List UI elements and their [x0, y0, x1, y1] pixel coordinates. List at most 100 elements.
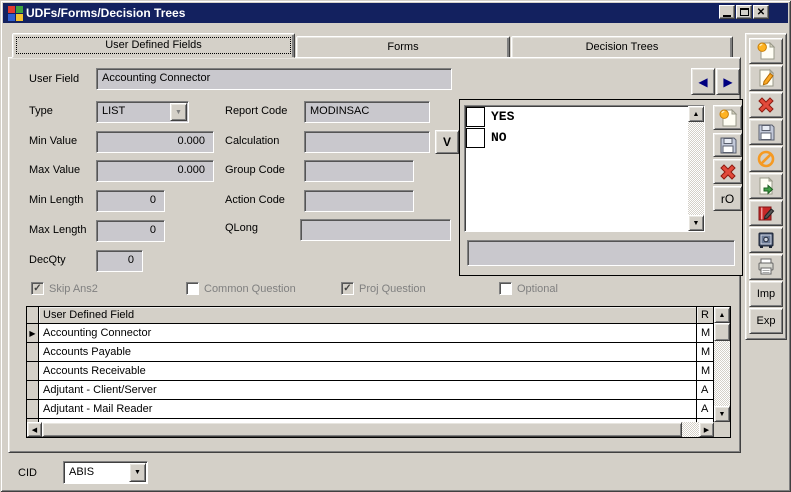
action-code-input[interactable]	[304, 190, 414, 212]
report-code-input[interactable]: MODINSAC	[304, 101, 430, 123]
grid-rows: ▶ Accounting Connector M Accounts Payabl…	[27, 324, 716, 422]
window-title: UDFs/Forms/Decision Trees	[26, 6, 185, 20]
min-value-label: Min Value	[29, 135, 77, 147]
notes-button[interactable]	[749, 200, 783, 226]
cid-dropdown-button[interactable]: ▼	[129, 463, 146, 482]
grid-vertical-scrollbar[interactable]: ▲ ▼	[714, 307, 730, 422]
grid-header-user-defined-field[interactable]: User Defined Field	[39, 307, 697, 324]
min-length-input[interactable]: 0	[96, 190, 165, 212]
answer-entry-input[interactable]	[467, 240, 735, 266]
min-value-input[interactable]: 0.000	[96, 131, 214, 153]
next-record-button[interactable]: ▶	[716, 68, 740, 95]
delete-button[interactable]	[749, 92, 783, 118]
minimize-button[interactable]	[719, 5, 735, 19]
scrollbar-thumb[interactable]	[42, 422, 682, 437]
edit-button[interactable]	[749, 65, 783, 91]
security-button[interactable]	[749, 227, 783, 253]
scroll-up-icon[interactable]: ▲	[688, 106, 704, 122]
print-button[interactable]	[749, 254, 783, 280]
udf-name-cell[interactable]: Accounts Payable	[39, 343, 697, 362]
calculation-validate-button[interactable]: V	[435, 130, 459, 154]
common-question-label: Common Question	[204, 283, 296, 295]
scroll-right-icon[interactable]: ▶	[699, 422, 714, 437]
answer-list[interactable]: YES NO ▲ ▼	[464, 105, 705, 232]
common-question-checkbox[interactable]: Common Question	[186, 282, 296, 295]
row-selector[interactable]	[27, 381, 39, 400]
maximize-button[interactable]	[736, 5, 752, 19]
table-row[interactable]: Accounts Receivable M	[27, 362, 716, 381]
cid-select[interactable]: ABIS ▼	[63, 461, 148, 484]
row-selector[interactable]	[27, 400, 39, 419]
grid-header-partial[interactable]: R	[697, 307, 714, 324]
answer-reorder-button[interactable]: rO	[713, 186, 742, 211]
list-item[interactable]: YES	[465, 106, 704, 127]
udf-name-cell[interactable]: Adjutant - Mail Reader	[39, 400, 697, 419]
group-code-input[interactable]	[304, 160, 414, 182]
import-button[interactable]: Imp	[749, 281, 783, 307]
user-field-input[interactable]: Accounting Connector	[96, 68, 452, 90]
table-row[interactable]: Adjutant - Client/Server A	[27, 381, 716, 400]
user-field-label: User Field	[29, 73, 79, 85]
row-selector[interactable]	[27, 343, 39, 362]
udf-partial-cell[interactable]: A	[697, 381, 714, 400]
type-dropdown-button[interactable]: ▼	[170, 103, 187, 121]
table-row[interactable]: Accounts Payable M	[27, 343, 716, 362]
copy-record-button[interactable]	[749, 173, 783, 199]
arrow-left-icon: ◀	[698, 75, 707, 89]
answer-save-button[interactable]	[713, 133, 742, 157]
cid-label: CID	[18, 467, 37, 479]
udf-partial-cell[interactable]: A	[697, 400, 714, 419]
checkbox-icon	[186, 282, 199, 295]
tab-decision-trees[interactable]: Decision Trees	[511, 36, 733, 58]
save-button[interactable]	[749, 119, 783, 145]
udf-name-cell[interactable]: Accounting Connector	[39, 324, 697, 343]
table-row[interactable]: ▶ Accounting Connector M	[27, 324, 716, 343]
tab-forms[interactable]: Forms	[296, 36, 510, 58]
scroll-down-icon[interactable]: ▼	[688, 215, 704, 231]
checkbox-icon: ✓	[31, 282, 44, 295]
scroll-left-icon[interactable]: ◀	[27, 422, 42, 437]
skip-ans2-checkbox[interactable]: ✓ Skip Ans2	[31, 282, 98, 295]
optional-label: Optional	[517, 283, 558, 295]
save-icon	[718, 135, 738, 155]
optional-checkbox[interactable]: Optional	[499, 282, 558, 295]
grid-horizontal-scrollbar[interactable]: ◀ ▶	[27, 422, 714, 437]
udf-partial-cell[interactable]: M	[697, 343, 714, 362]
udf-name-cell[interactable]: Adjutant - Client/Server	[39, 381, 697, 400]
answer-new-button[interactable]	[713, 105, 742, 130]
decqty-input[interactable]: 0	[96, 250, 143, 272]
chevron-down-icon: ▼	[175, 109, 182, 116]
scroll-down-icon[interactable]: ▼	[714, 406, 730, 422]
proj-question-checkbox[interactable]: ✓ Proj Question	[341, 282, 426, 295]
group-code-label: Group Code	[225, 164, 285, 176]
answer-delete-button[interactable]	[713, 159, 742, 184]
type-select[interactable]: LIST ▼	[96, 101, 189, 123]
new-button[interactable]	[749, 38, 783, 64]
udf-partial-cell[interactable]: M	[697, 324, 714, 343]
calculation-input[interactable]	[304, 131, 430, 153]
qlong-input[interactable]	[300, 219, 451, 241]
type-value: LIST	[102, 105, 125, 117]
max-length-input[interactable]: 0	[96, 220, 165, 242]
answer-text: YES	[491, 109, 514, 124]
list-item[interactable]: NO	[465, 127, 704, 148]
export-button[interactable]: Exp	[749, 308, 783, 334]
answer-options-group: YES NO ▲ ▼ rO	[459, 99, 743, 276]
row-selector[interactable]: ▶	[27, 324, 39, 343]
answer-list-scrollbar[interactable]: ▲ ▼	[688, 106, 704, 231]
max-value-input[interactable]: 0.000	[96, 160, 214, 182]
scrollbar-thumb[interactable]	[714, 323, 730, 341]
prev-record-button[interactable]: ◀	[691, 68, 715, 95]
scroll-up-icon[interactable]: ▲	[714, 307, 730, 323]
maximize-icon	[740, 8, 749, 16]
answer-checkbox-cell[interactable]	[466, 128, 485, 148]
udf-name-cell[interactable]: Accounts Receivable	[39, 362, 697, 381]
udf-partial-cell[interactable]: M	[697, 362, 714, 381]
row-selector[interactable]	[27, 362, 39, 381]
table-row[interactable]: Adjutant - Mail Reader A	[27, 400, 716, 419]
calculation-label: Calculation	[225, 135, 279, 147]
cancel-button[interactable]	[749, 146, 783, 172]
answer-checkbox-cell[interactable]	[466, 107, 485, 127]
tab-user-defined-fields[interactable]: User Defined Fields	[12, 33, 295, 58]
close-button[interactable]: ✕	[753, 5, 769, 19]
